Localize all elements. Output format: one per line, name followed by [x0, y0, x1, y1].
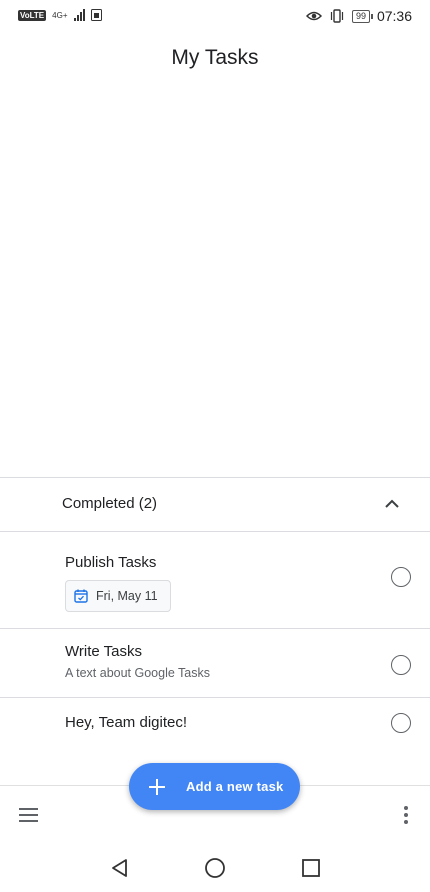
complete-task-radio[interactable] [391, 713, 411, 733]
add-task-label: Add a new task [186, 779, 284, 794]
battery-icon: 99 [351, 9, 373, 23]
status-bar: VoLTE 4G+ 99 07:36 [0, 0, 430, 34]
task-item[interactable]: Publish Tasks Fri, May 11 [0, 532, 430, 628]
task-title: Publish Tasks [65, 554, 157, 571]
task-due-date-chip[interactable]: Fri, May 11 [65, 580, 171, 612]
calendar-icon [74, 589, 88, 603]
vibrate-icon [330, 9, 344, 23]
network-type: 4G+ [52, 10, 68, 20]
due-date-label: Fri, May 11 [96, 589, 158, 603]
sim-card-icon [90, 9, 102, 21]
more-vert-icon[interactable] [404, 806, 408, 824]
task-item[interactable]: Write Tasks A text about Google Tasks [0, 629, 430, 697]
complete-task-radio[interactable] [391, 655, 411, 675]
task-title: Hey, Team digitec! [65, 714, 187, 731]
volte-icon: VoLTE [18, 9, 47, 21]
plus-icon [149, 778, 165, 795]
signal-icon [73, 9, 85, 21]
task-item[interactable]: Hey, Team digitec! [0, 698, 430, 750]
chevron-up-icon[interactable] [382, 494, 402, 514]
status-left-icons: VoLTE 4G+ [18, 9, 102, 21]
task-title: Write Tasks [65, 643, 142, 660]
recents-square-icon[interactable] [300, 857, 322, 879]
eye-comfort-icon [305, 11, 322, 21]
system-nav-bar [0, 843, 430, 892]
menu-icon[interactable] [19, 808, 38, 822]
completed-section-header[interactable]: Completed (2) [0, 478, 430, 532]
back-triangle-icon[interactable] [108, 857, 130, 879]
page-title: My Tasks [171, 46, 259, 69]
status-time: 07:36 [376, 8, 412, 24]
task-subtitle: A text about Google Tasks [65, 666, 211, 680]
completed-label: Completed (2) [62, 495, 158, 512]
status-right-icons: 99 07:36 [305, 8, 412, 24]
home-circle-icon[interactable] [204, 857, 226, 879]
add-task-button[interactable]: Add a new task [129, 763, 300, 810]
complete-task-radio[interactable] [391, 567, 411, 587]
